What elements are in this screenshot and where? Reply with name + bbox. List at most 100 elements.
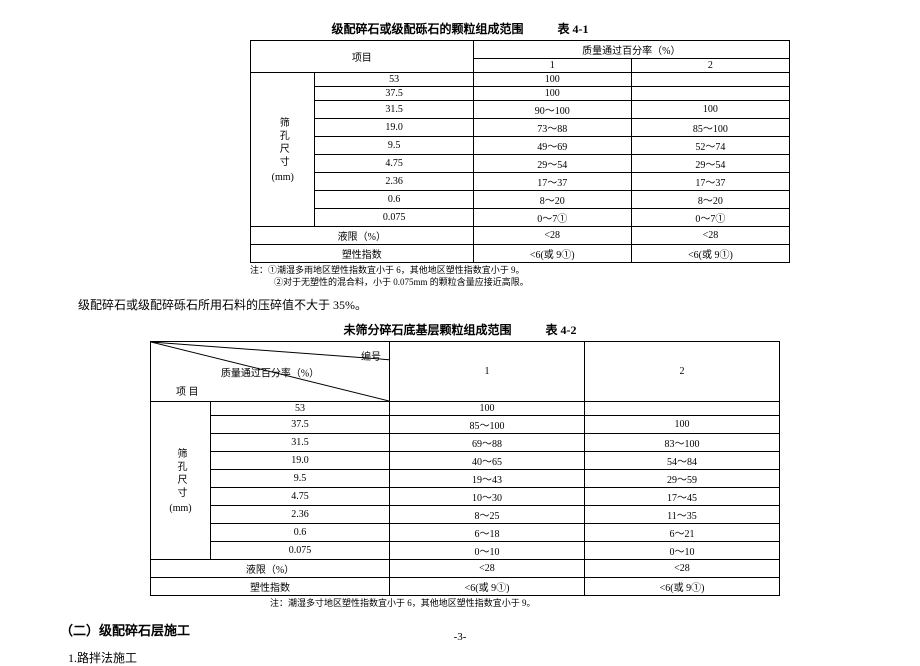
note-line: 注：①潮湿多雨地区塑性指数宜小于 6，其他地区塑性指数宜小于 9。 — [250, 265, 860, 277]
cell: 2.36 — [211, 506, 390, 524]
table-row: 液限（%）<28<28 — [251, 227, 790, 245]
th-col1: 1 — [473, 59, 631, 73]
cell: 54～84 — [585, 452, 780, 470]
table-row: 塑性指数<6(或 9①)<6(或 9①) — [251, 245, 790, 263]
table-row: 0.66～186～21 — [151, 524, 780, 542]
cell: 0.6 — [211, 524, 390, 542]
cell: 29～54 — [473, 155, 631, 173]
cell-label: 塑性指数 — [151, 578, 390, 596]
cell: 8～25 — [390, 506, 585, 524]
cell: 0～10 — [585, 542, 780, 560]
cell: 53 — [211, 402, 390, 416]
cell: 19.0 — [315, 119, 473, 137]
table2-title: 未筛分碎石底基层颗粒组成范围 表 4-2 — [60, 321, 860, 338]
cell: 19～43 — [390, 470, 585, 488]
cell: 4.75 — [211, 488, 390, 506]
cell: 73～88 — [473, 119, 631, 137]
table-row: 9.549～6952～74 — [251, 137, 790, 155]
table1-title-ref: 表 4-1 — [558, 22, 589, 36]
cell: 31.5 — [315, 101, 473, 119]
sub-heading: 1.路拌法施工 — [68, 649, 860, 666]
cell: 85～100 — [390, 416, 585, 434]
cell: 29～59 — [585, 470, 780, 488]
table2-title-main: 未筛分碎石底基层颗粒组成范围 — [343, 323, 511, 337]
table-row: 液限（%）<28<28 — [151, 560, 780, 578]
cell: 37.5 — [315, 87, 473, 101]
table-row: 筛孔尺寸(mm)53100 — [251, 73, 790, 87]
table-row: 编号 质量通过百分率（%） 项 目 1 2 — [151, 342, 780, 402]
table-row: 4.7529～5429～54 — [251, 155, 790, 173]
cell: 90～100 — [473, 101, 631, 119]
cell — [631, 73, 789, 87]
cell: 2.36 — [315, 173, 473, 191]
th-col1: 1 — [390, 342, 585, 402]
cell: 4.75 — [315, 155, 473, 173]
cell: 6～21 — [585, 524, 780, 542]
cell: 31.5 — [211, 434, 390, 452]
cell-label: 塑性指数 — [251, 245, 474, 263]
table-row: 2.368～2511～35 — [151, 506, 780, 524]
cell: 49～69 — [473, 137, 631, 155]
cell: 0.075 — [315, 209, 473, 227]
cell: <28 — [390, 560, 585, 578]
cell: 37.5 — [211, 416, 390, 434]
page-number: -3- — [0, 631, 920, 643]
table-row: 0.0750～7①0～7① — [251, 209, 790, 227]
table-row: 19.040～6554～84 — [151, 452, 780, 470]
table-row: 4.7510～3017～45 — [151, 488, 780, 506]
cell: <28 — [631, 227, 789, 245]
cell: 100 — [473, 87, 631, 101]
note-line: ②对于无塑性的混合料，小于 0.075mm 的颗粒含量应接近高限。 — [274, 277, 860, 289]
cell: 17～37 — [473, 173, 631, 191]
th-item: 项目 — [251, 41, 474, 73]
cell: 100 — [585, 416, 780, 434]
table-row: 塑性指数<6(或 9①)<6(或 9①) — [151, 578, 780, 596]
table-row: 0.68～208～20 — [251, 191, 790, 209]
cell: 40～65 — [390, 452, 585, 470]
cell — [585, 402, 780, 416]
th-pass: 质量通过百分率（%） — [473, 41, 789, 59]
table-row: 37.585～100100 — [151, 416, 780, 434]
cell: 100 — [631, 101, 789, 119]
cell: <6(或 9①) — [390, 578, 585, 596]
table2: 编号 质量通过百分率（%） 项 目 1 2 筛孔尺寸(mm)5310037.58… — [150, 341, 780, 596]
table1-title-main: 级配碎石或级配砾石的颗粒组成范围 — [331, 22, 523, 36]
cell: 0～10 — [390, 542, 585, 560]
cell: 53 — [315, 73, 473, 87]
table-row: 筛孔尺寸(mm)53100 — [151, 402, 780, 416]
th-col2: 2 — [585, 342, 780, 402]
table-row: 37.5100 — [251, 87, 790, 101]
table1: 项目 质量通过百分率（%） 1 2 筛孔尺寸(mm)5310037.510031… — [250, 40, 790, 263]
cell: <6(或 9①) — [473, 245, 631, 263]
table-row: 19.073～8885～100 — [251, 119, 790, 137]
table2-title-ref: 表 4-2 — [546, 323, 577, 337]
body-text: 级配碎石或级配碎砾石所用石料的压碎值不大于 35%。 — [78, 296, 860, 313]
table-row: 31.590～100100 — [251, 101, 790, 119]
cell-label: 液限（%） — [251, 227, 474, 245]
row-label-sieve: 筛孔尺寸(mm) — [151, 402, 211, 560]
cell: 11～35 — [585, 506, 780, 524]
cell: 19.0 — [211, 452, 390, 470]
th-item: 项 目 — [176, 383, 199, 398]
cell: 52～74 — [631, 137, 789, 155]
cell: 0～7① — [631, 209, 789, 227]
cell: 0.6 — [315, 191, 473, 209]
table-row: 0.0750～100～10 — [151, 542, 780, 560]
cell — [631, 87, 789, 101]
cell: 100 — [390, 402, 585, 416]
cell: <28 — [585, 560, 780, 578]
table-row: 9.519～4329～59 — [151, 470, 780, 488]
cell: 6～18 — [390, 524, 585, 542]
cell: <28 — [473, 227, 631, 245]
cell: 8～20 — [473, 191, 631, 209]
cell-label: 液限（%） — [151, 560, 390, 578]
cell: 83～100 — [585, 434, 780, 452]
cell: 8～20 — [631, 191, 789, 209]
cell: <6(或 9①) — [631, 245, 789, 263]
cell: 29～54 — [631, 155, 789, 173]
th-no: 编号 — [361, 348, 381, 363]
cell: 17～45 — [585, 488, 780, 506]
cell: 10～30 — [390, 488, 585, 506]
cell: 9.5 — [211, 470, 390, 488]
th-pass: 质量通过百分率（%） — [221, 364, 319, 379]
